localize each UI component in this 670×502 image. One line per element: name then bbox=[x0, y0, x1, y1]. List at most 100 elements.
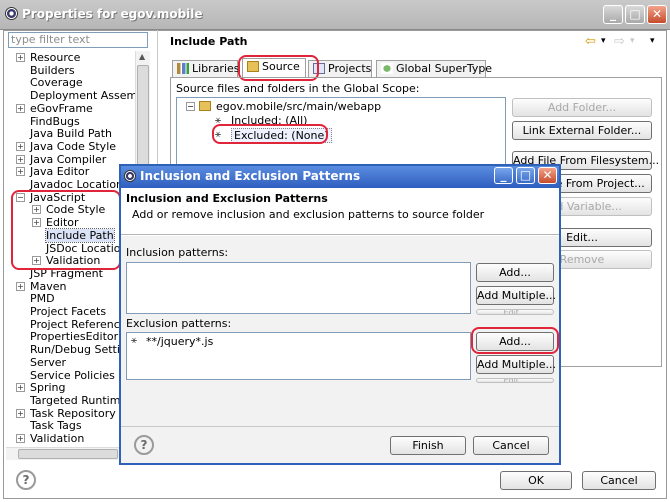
tree-item-label: Java Build Path bbox=[30, 127, 113, 141]
forward-arrow-icon[interactable]: ⇨ bbox=[614, 34, 625, 49]
filter-input[interactable]: type filter text bbox=[8, 32, 148, 48]
tree-item-server[interactable]: Server bbox=[30, 356, 66, 369]
dialog-maximize-button[interactable]: □ bbox=[516, 167, 535, 184]
help-icon[interactable]: ? bbox=[16, 470, 36, 490]
exclusion-item[interactable]: **/jquery*.js bbox=[146, 335, 213, 348]
expand-icon[interactable]: + bbox=[16, 53, 25, 62]
tree-item-coverage[interactable]: Coverage bbox=[30, 76, 83, 89]
dialog-footer-divider bbox=[121, 426, 559, 427]
inclusion-add-button[interactable]: Add... bbox=[476, 263, 554, 282]
tree-item-label: Targeted Runtimes bbox=[30, 393, 133, 407]
tree-item-label: Server bbox=[30, 355, 67, 369]
exclusion-edit-button[interactable]: Edit... bbox=[476, 378, 554, 383]
ok-button[interactable]: OK bbox=[500, 471, 572, 490]
tree-item-label: Task Repository bbox=[30, 406, 116, 420]
add-folder-button[interactable]: Add Folder... bbox=[512, 98, 652, 117]
tree-item-label: PMD bbox=[30, 292, 55, 306]
inclusion-list[interactable] bbox=[126, 262, 471, 314]
tree-item-label: eGovFrame bbox=[30, 101, 93, 115]
tree-item-project-references[interactable]: Project References bbox=[30, 318, 132, 331]
dialog-heading: Inclusion and Exclusion Patterns bbox=[126, 192, 328, 205]
close-button[interactable]: ✕ bbox=[647, 5, 667, 24]
maximize-button[interactable]: □ bbox=[625, 5, 645, 24]
expand-icon[interactable]: + bbox=[16, 167, 25, 177]
highlight-exclusion-add bbox=[471, 327, 559, 354]
tree-item-deployment-assembly[interactable]: Deployment Assembly bbox=[30, 89, 150, 102]
dialog-description: Add or remove inclusion and exclusion pa… bbox=[132, 208, 485, 221]
tree-item-builders[interactable]: Builders bbox=[30, 64, 75, 77]
inclusion-add-multiple-button[interactable]: Add Multiple... bbox=[476, 286, 556, 305]
expand-icon[interactable]: + bbox=[16, 154, 25, 164]
dialog-eclipse-icon bbox=[124, 170, 136, 182]
tree-item-label: Service Policies bbox=[30, 368, 115, 382]
tree-item-project-facets[interactable]: Project Facets bbox=[30, 305, 106, 318]
hscroll-thumb[interactable] bbox=[18, 449, 118, 459]
source-folder-label[interactable]: egov.mobile/src/main/webapp bbox=[216, 100, 381, 113]
dialog-title: Inclusion and Exclusion Patterns bbox=[140, 169, 361, 183]
collapse-expander[interactable]: − bbox=[186, 102, 195, 111]
finish-button[interactable]: Finish bbox=[390, 436, 466, 455]
tree-item-java-build-path[interactable]: Java Build Path bbox=[30, 127, 112, 140]
expand-icon[interactable]: + bbox=[16, 434, 25, 443]
expand-icon[interactable]: + bbox=[16, 383, 25, 393]
inclusion-label: Inclusion patterns: bbox=[126, 246, 229, 259]
tree-item-label: Project References bbox=[30, 317, 133, 331]
back-menu-icon[interactable]: ▾ bbox=[601, 36, 606, 46]
link-external-folder-button[interactable]: Link External Folder... bbox=[512, 121, 652, 140]
tree-item-label: PropertiesEditor bbox=[30, 330, 119, 344]
window-title: Properties for egov.mobile bbox=[22, 7, 203, 21]
inclusion-edit-button[interactable]: Edit... bbox=[476, 309, 554, 315]
dialog-minimize-button[interactable]: _ bbox=[494, 167, 513, 184]
tree-item-findbugs[interactable]: FindBugs bbox=[30, 115, 80, 128]
tree-item-task-tags[interactable]: Task Tags bbox=[30, 419, 82, 432]
tree-item-egovframe[interactable]: eGovFrame bbox=[30, 102, 93, 115]
libraries-icon bbox=[177, 63, 189, 74]
tree-item-maven[interactable]: Maven bbox=[30, 280, 66, 293]
tree-item-java-code-style[interactable]: Java Code Style bbox=[30, 140, 116, 153]
tree-item-label: Spring bbox=[30, 381, 66, 395]
tree-item-label: Deployment Assembly bbox=[30, 89, 150, 103]
tree-item-java-editor[interactable]: Java Editor bbox=[30, 165, 89, 178]
dialog-help-icon[interactable]: ? bbox=[134, 435, 154, 455]
folder-icon bbox=[199, 101, 211, 111]
page-title: Include Path bbox=[170, 35, 248, 48]
back-arrow-icon[interactable]: ⇦ bbox=[585, 34, 596, 49]
tab-libraries[interactable]: Libraries bbox=[172, 60, 240, 77]
minimize-button[interactable]: _ bbox=[603, 5, 623, 24]
forward-menu-icon[interactable]: ▾ bbox=[630, 36, 635, 46]
expand-icon[interactable]: + bbox=[16, 408, 25, 418]
tree-item-validation[interactable]: Validation bbox=[30, 432, 84, 445]
tree-item-service-policies[interactable]: Service Policies bbox=[30, 369, 115, 382]
tree-item-spring[interactable]: Spring bbox=[30, 381, 66, 394]
eclipse-icon bbox=[5, 7, 18, 20]
scroll-up-arrow[interactable]: ▲ bbox=[139, 52, 145, 61]
tree-item-resource[interactable]: Resource bbox=[30, 51, 80, 64]
dialog-cancel-button[interactable]: Cancel bbox=[473, 436, 549, 455]
exclusion-add-multiple-button[interactable]: Add Multiple... bbox=[476, 355, 556, 374]
tree-item-label: Task Tags bbox=[30, 419, 82, 433]
expand-icon[interactable]: + bbox=[16, 103, 25, 113]
exclusion-pattern-icon: ⚹ bbox=[131, 335, 137, 346]
dialog-close-button[interactable]: ✕ bbox=[538, 167, 557, 184]
exclusion-label: Exclusion patterns: bbox=[126, 317, 232, 330]
highlight-excluded bbox=[212, 124, 328, 144]
tree-item-label: Coverage bbox=[30, 76, 83, 90]
expand-icon[interactable]: + bbox=[16, 141, 25, 151]
tree-item-label: Java Compiler bbox=[30, 152, 107, 166]
tree-item-task-repository[interactable]: Task Repository bbox=[30, 407, 116, 420]
tree-item-label: Validation bbox=[30, 432, 85, 445]
view-menu-icon[interactable]: ▾ bbox=[650, 36, 655, 46]
cancel-button[interactable]: Cancel bbox=[582, 471, 656, 490]
tree-item-java-compiler[interactable]: Java Compiler bbox=[30, 153, 106, 166]
tree-item-label: Builders bbox=[30, 63, 75, 77]
tree-item-propertieseditor[interactable]: PropertiesEditor bbox=[30, 330, 118, 343]
supertype-icon bbox=[381, 63, 393, 74]
tree-item-label: Maven bbox=[30, 279, 67, 293]
tree-item-pmd[interactable]: PMD bbox=[30, 292, 55, 305]
source-caption: Source files and folders in the Global S… bbox=[176, 82, 420, 95]
tree-item-label: Java Code Style bbox=[30, 139, 117, 153]
tree-item-label: Resource bbox=[30, 51, 81, 64]
expand-icon[interactable]: + bbox=[16, 281, 25, 291]
tab-global-supertype[interactable]: Global SuperType bbox=[376, 60, 492, 77]
tree-item-targeted-runtimes[interactable]: Targeted Runtimes bbox=[30, 394, 133, 407]
